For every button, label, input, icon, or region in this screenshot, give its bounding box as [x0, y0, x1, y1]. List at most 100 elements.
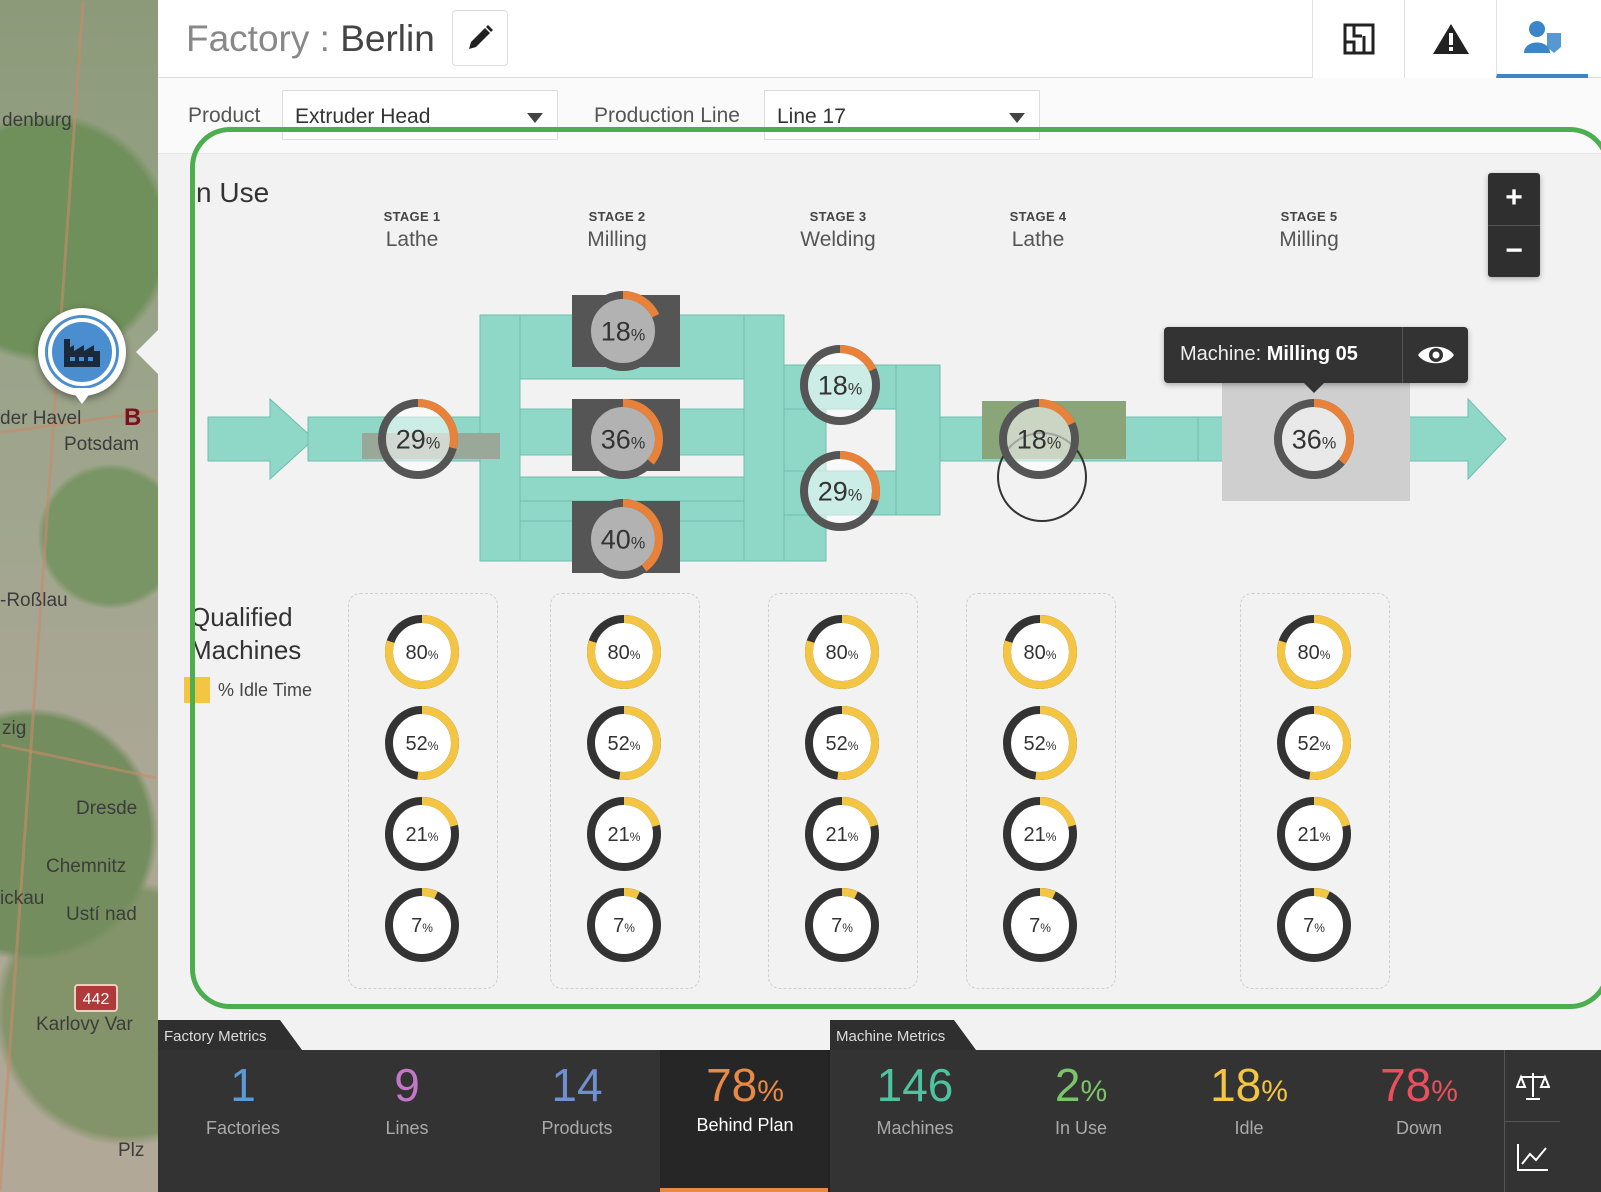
- metrics-panel: Factory Metrics Machine Metrics 1 Factor…: [158, 1020, 1601, 1192]
- metric-value: 1: [230, 1059, 256, 1111]
- metric-products[interactable]: 14 Products: [492, 1050, 662, 1192]
- product-value: Extruder Head: [295, 105, 431, 128]
- machine-usage-ring[interactable]: 36%: [583, 399, 663, 479]
- compare-button[interactable]: [1504, 1050, 1560, 1121]
- eye-icon: [1417, 346, 1454, 364]
- metric-down[interactable]: 78% Down: [1334, 1050, 1504, 1192]
- metric-lines[interactable]: 9 Lines: [322, 1050, 492, 1192]
- map-label: denburg: [2, 110, 72, 131]
- map-label: Karlovy Var: [36, 1014, 133, 1035]
- map-label: ickau: [0, 888, 45, 909]
- view-machine-button[interactable]: [1402, 327, 1468, 383]
- map-label: der Havel: [0, 408, 82, 429]
- qualified-title-line: Qualified: [190, 602, 293, 632]
- metric-label: Lines: [385, 1118, 429, 1138]
- chevron-down-icon: [527, 113, 543, 123]
- page-title: Factory : Berlin: [186, 18, 435, 60]
- factory-metrics-tab[interactable]: Factory Metrics: [158, 1020, 302, 1050]
- machine-tooltip: Machine: Milling 05: [1164, 327, 1468, 393]
- legend-swatch: [184, 677, 210, 703]
- machine-metrics-tab[interactable]: Machine Metrics: [830, 1020, 976, 1050]
- metric-machines[interactable]: 146 Machines: [830, 1050, 1000, 1192]
- machine-usage-ring[interactable]: 29%: [800, 451, 880, 531]
- machine-usage-ring[interactable]: 18%: [583, 291, 663, 371]
- metric-value: 146: [876, 1059, 954, 1111]
- qualified-machines-title: Qualified Machines: [190, 601, 301, 667]
- qualified-group-stage-4: [966, 593, 1116, 989]
- qualified-group-stage-3: [768, 593, 918, 989]
- floorplan-icon: [1343, 23, 1374, 55]
- metric-label: In Use: [1054, 1118, 1108, 1138]
- idle-time-legend: % Idle Time: [184, 677, 312, 703]
- factory-map-pin[interactable]: [38, 308, 126, 404]
- flow-segment: [743, 314, 785, 562]
- map-panel[interactable]: denburg der Havel B Potsdam -Roßlau zig …: [0, 0, 158, 1192]
- product-select[interactable]: Extruder Head: [282, 90, 558, 140]
- tooltip-text: Machine: Milling 05: [1180, 343, 1358, 366]
- machine-usage-ring[interactable]: 18%: [999, 399, 1079, 479]
- metric-value: 78%: [1380, 1059, 1458, 1111]
- users-icon: [1523, 21, 1561, 53]
- production-line-label: Production Line: [594, 104, 740, 127]
- metric-value: 78%: [706, 1059, 784, 1111]
- metric-value: 18%: [1210, 1059, 1288, 1111]
- users-button[interactable]: [1496, 0, 1588, 78]
- header: Factory : Berlin: [158, 0, 1601, 78]
- qualified-group-stage-2: [550, 593, 700, 989]
- chart-icon: [1516, 1144, 1548, 1171]
- scale-icon: [1515, 1072, 1550, 1100]
- chevron-down-icon: [1009, 113, 1025, 123]
- metric-label: Machines: [876, 1118, 954, 1138]
- metric-label: Behind Plan: [696, 1115, 794, 1135]
- map-label: B: [124, 404, 142, 431]
- metric-label: Factories: [205, 1118, 281, 1138]
- factory-name: Berlin: [340, 18, 435, 59]
- floorplan-button[interactable]: [1312, 0, 1404, 78]
- metric-label: Idle: [1234, 1118, 1264, 1138]
- title-label: Factory: [186, 18, 310, 59]
- metric-value: 14: [551, 1059, 603, 1111]
- edit-factory-button[interactable]: [452, 10, 508, 66]
- metric-label: Products: [541, 1118, 613, 1138]
- metric-value: 2%: [1054, 1059, 1108, 1111]
- map-label: -Roßlau: [0, 590, 68, 611]
- production-line-view: n Use STAGE 1 Lathe STAGE 2 Milling STAG…: [158, 155, 1601, 1045]
- metric-in-use[interactable]: 2% In Use: [996, 1050, 1166, 1192]
- flow-segment: [895, 364, 941, 516]
- alerts-button[interactable]: [1404, 0, 1496, 78]
- product-label: Product: [188, 104, 261, 127]
- qualified-group-stage-1: [348, 593, 498, 989]
- metric-behind-plan[interactable]: 78% Behind Plan: [660, 1050, 830, 1192]
- map-label: Chemnitz: [46, 856, 127, 877]
- machine-usage-ring[interactable]: 36%: [1274, 399, 1354, 479]
- metric-idle[interactable]: 18% Idle: [1164, 1050, 1334, 1192]
- tooltip-label: Machine:: [1180, 343, 1262, 365]
- input-arrow: [207, 397, 315, 481]
- output-arrow: [1399, 397, 1507, 481]
- machine-usage-ring[interactable]: 29%: [378, 399, 458, 479]
- production-line-value: Line 17: [777, 105, 846, 128]
- qualified-group-stage-5: [1240, 593, 1390, 989]
- map-label: Potsdam: [64, 434, 139, 455]
- machine-usage-ring[interactable]: 40%: [583, 499, 663, 579]
- map-label: Ustí nad: [66, 904, 137, 925]
- qualified-title-line: Machines: [190, 635, 302, 665]
- title-separator: :: [319, 18, 330, 59]
- alert-icon: [1432, 24, 1469, 54]
- legend-label: % Idle Time: [218, 679, 313, 700]
- pencil-icon: [469, 25, 493, 49]
- metrics-bar: 1 Factories 9 Lines 14 Products 78% Behi…: [158, 1050, 1601, 1192]
- road-shield: 442: [74, 984, 118, 1012]
- panel-notch: [136, 330, 158, 374]
- map-label: zig: [2, 718, 27, 739]
- metric-value: 9: [394, 1059, 420, 1111]
- production-line-select[interactable]: Line 17: [764, 90, 1040, 140]
- trend-chart-button[interactable]: [1504, 1121, 1560, 1192]
- tooltip-machine-name: Milling 05: [1266, 343, 1358, 365]
- metric-label: Down: [1395, 1118, 1443, 1138]
- machine-usage-ring[interactable]: 18%: [800, 345, 880, 425]
- filter-bar: Product Extruder Head Production Line Li…: [158, 78, 1601, 154]
- map-label: Dresde: [76, 798, 138, 819]
- metric-factories[interactable]: 1 Factories: [158, 1050, 328, 1192]
- map-label: Plz: [118, 1140, 145, 1161]
